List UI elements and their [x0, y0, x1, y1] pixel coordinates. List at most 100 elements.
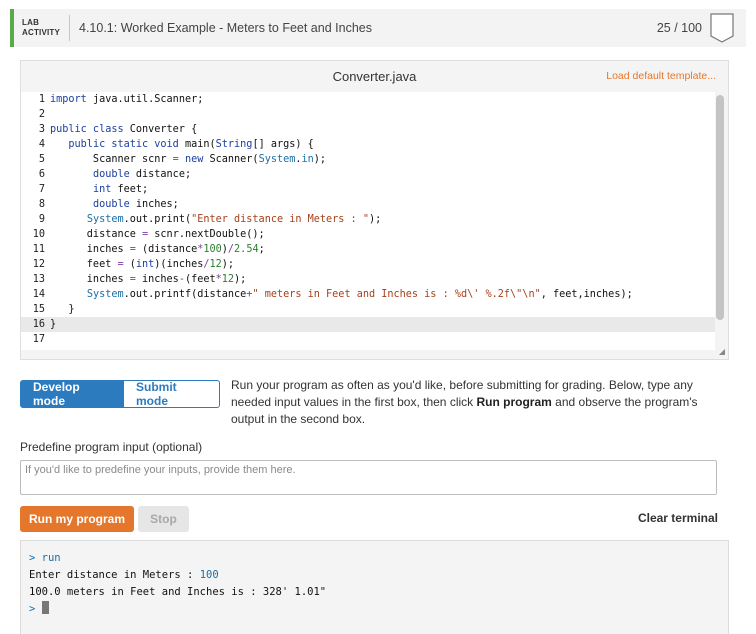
code-token: inches	[50, 274, 130, 285]
code-line[interactable]: 3 public class Converter {	[21, 122, 715, 137]
code-token: }	[50, 319, 57, 330]
instructions-run-program: Run program	[476, 395, 552, 409]
code-token: inches;	[129, 199, 179, 210]
code-token: distance;	[129, 169, 192, 180]
line-number: 7	[38, 184, 45, 195]
code-token: main(	[178, 139, 216, 150]
line-number: 17	[32, 334, 45, 345]
code-token: import	[50, 94, 87, 105]
clear-terminal-button[interactable]: Clear terminal	[638, 511, 718, 525]
line-number: 8	[38, 199, 45, 210]
editor-toolbar: Converter.java Load default template...	[21, 61, 728, 92]
line-number: 12	[32, 259, 45, 270]
code-line[interactable]: 6 double distance;	[21, 167, 715, 182]
code-line[interactable]: 11 inches = (distance*100)/2.54;	[21, 242, 715, 257]
line-number: 11	[32, 244, 45, 255]
terminal-output[interactable]: > run Enter distance in Meters : 100 100…	[20, 540, 729, 634]
code-text: public class Converter {	[50, 122, 197, 137]
code-text: inches = (distance*100)/2.54;	[50, 242, 265, 257]
code-token: System	[258, 154, 296, 165]
code-token: new	[184, 154, 204, 165]
code-line[interactable]: 4 public static void main(String[] args)…	[21, 137, 715, 152]
terminal-line: > run	[29, 550, 728, 567]
code-token: );	[368, 214, 382, 225]
code-token: System	[86, 214, 124, 225]
line-number: 5	[38, 154, 45, 165]
code-line[interactable]: 7 int feet;	[21, 182, 715, 197]
code-token: .out.printf(distance	[123, 289, 247, 300]
editor-scrollbar[interactable]	[716, 95, 724, 320]
terminal-output-text: 100.0 meters in Feet and Inches is : 328…	[29, 586, 327, 598]
code-line[interactable]: 15 }	[21, 302, 715, 317]
code-editor-panel: Converter.java Load default template... …	[20, 60, 729, 360]
code-line[interactable]: 12 feet = (int)(inches/12);	[21, 257, 715, 272]
code-line[interactable]: 1 import java.util.Scanner;	[21, 92, 715, 107]
program-input-field[interactable]	[20, 460, 717, 495]
code-line[interactable]: 8 double inches;	[21, 197, 715, 212]
mode-toggle: Develop mode Submit mode	[20, 380, 220, 408]
code-token: }	[50, 304, 75, 315]
code-token: 2.54	[234, 244, 259, 255]
code-token: )(inches	[154, 259, 204, 270]
code-text: feet = (int)(inches/12);	[50, 257, 234, 272]
code-token: public class	[50, 124, 124, 135]
code-text: }	[50, 302, 75, 317]
line-number: 13	[32, 274, 45, 285]
line-number: 3	[38, 124, 45, 135]
code-token: in	[301, 154, 314, 165]
line-number: 16	[32, 319, 45, 330]
code-token: String	[215, 139, 253, 150]
resize-grip-icon[interactable]: ◢	[719, 347, 725, 356]
code-token: , feet,inches);	[540, 289, 633, 300]
code-token: System	[86, 289, 124, 300]
code-token: );	[221, 259, 235, 270]
activity-title: 4.10.1: Worked Example - Meters to Feet …	[79, 21, 372, 35]
code-line[interactable]: 2	[21, 107, 715, 122]
code-text: import java.util.Scanner;	[50, 92, 203, 107]
develop-mode-button[interactable]: Develop mode	[20, 380, 123, 408]
line-number: 15	[32, 304, 45, 315]
code-token: double	[92, 169, 130, 180]
terminal-line: 100.0 meters in Feet and Inches is : 328…	[29, 584, 728, 601]
code-line[interactable]: 16}	[21, 317, 715, 332]
line-number: 1	[38, 94, 45, 105]
code-line[interactable]: 13 inches = inches-(feet*12);	[21, 272, 715, 287]
code-text: public static void main(String[] args) {	[50, 137, 314, 152]
code-token: int	[135, 259, 155, 270]
code-line[interactable]: 17	[21, 332, 715, 347]
code-line[interactable]: 9 System.out.print("Enter distance in Me…	[21, 212, 715, 227]
code-line[interactable]: 14 System.out.printf(distance+" meters i…	[21, 287, 715, 302]
code-line[interactable]: 5 Scanner scnr = new Scanner(System.in);	[21, 152, 715, 167]
line-number: 4	[38, 139, 45, 150]
score-label: 25 / 100	[656, 21, 702, 35]
code-token: inches	[135, 274, 179, 285]
terminal-line: Enter distance in Meters : 100	[29, 567, 728, 584]
run-instructions: Run your program as often as you'd like,…	[231, 377, 731, 428]
code-line[interactable]: 10 distance = scnr.nextDouble();	[21, 227, 715, 242]
submit-mode-button[interactable]: Submit mode	[123, 380, 220, 408]
code-text: distance = scnr.nextDouble();	[50, 227, 265, 242]
stop-button[interactable]: Stop	[138, 506, 189, 532]
code-text: System.out.print("Enter distance in Mete…	[50, 212, 381, 227]
code-token: [] args) {	[252, 139, 314, 150]
load-default-template-link[interactable]: Load default template...	[606, 70, 716, 82]
code-area[interactable]: 1 import java.util.Scanner; 2 3 public class…	[21, 92, 715, 350]
line-number: 2	[38, 109, 45, 120]
code-token: Scanner(	[203, 154, 259, 165]
line-number: 14	[32, 289, 45, 300]
code-token: inches	[50, 244, 130, 255]
code-token: feet;	[111, 184, 149, 195]
line-number: 9	[38, 214, 45, 225]
line-number: 10	[32, 229, 45, 240]
terminal-cursor	[41, 601, 49, 614]
code-token: 12	[209, 259, 222, 270]
run-program-button[interactable]: Run my program	[20, 506, 134, 532]
code-token: Converter {	[123, 124, 198, 135]
code-token: );	[234, 274, 247, 285]
